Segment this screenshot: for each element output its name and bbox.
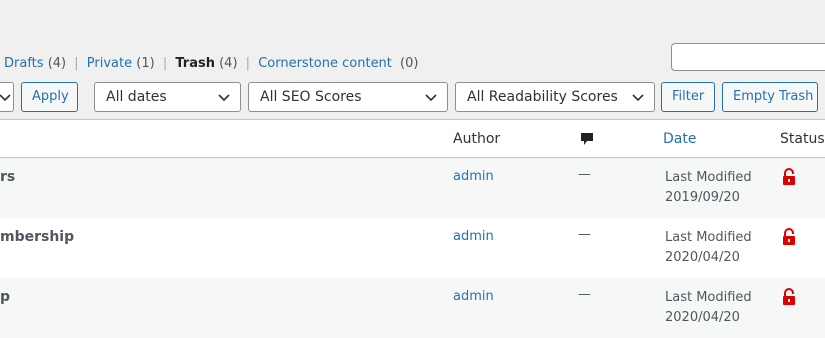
comment-bubble-icon[interactable] [580, 132, 594, 146]
table-header: Author Date Status [0, 120, 825, 158]
post-title-link[interactable]: rs [0, 169, 15, 185]
comments-count: — [578, 287, 591, 302]
separator: | [74, 56, 79, 71]
posts-table: Author Date Status rs admin — Last Modif… [0, 119, 825, 338]
bulk-actions-select[interactable] [0, 82, 14, 112]
author-link[interactable]: admin [453, 229, 494, 244]
seo-scores-value: All SEO Scores [260, 89, 362, 105]
filter-button[interactable]: Filter [661, 82, 715, 112]
private-count: (1) [136, 56, 155, 71]
column-date-sort[interactable]: Date [663, 131, 696, 147]
chevron-down-icon [218, 94, 230, 102]
dates-filter-value: All dates [106, 89, 167, 105]
cornerstone-count: (0) [400, 56, 419, 71]
column-author: Author [453, 131, 501, 147]
author-link[interactable]: admin [453, 289, 494, 304]
date-cell: Last Modified 2020/04/20 [665, 288, 752, 328]
date-value: 2019/09/20 [665, 190, 740, 205]
drafts-count: (4) [47, 56, 67, 71]
dates-filter-select[interactable]: All dates [94, 82, 241, 112]
seo-scores-select[interactable]: All SEO Scores [248, 82, 448, 112]
comments-count: — [578, 167, 591, 182]
date-cell: Last Modified 2020/04/20 [665, 228, 752, 268]
table-row: rs admin — Last Modified 2019/09/20 [0, 158, 825, 218]
table-row: p admin — Last Modified 2020/04/20 [0, 278, 825, 338]
filter-cornerstone-link[interactable]: Cornerstone content [258, 56, 392, 71]
readability-scores-select[interactable]: All Readability Scores [455, 82, 655, 112]
filter-drafts-link[interactable]: Drafts [4, 56, 44, 71]
unlocked-padlock-icon [783, 288, 795, 305]
apply-button[interactable]: Apply [21, 82, 78, 112]
filter-trash-current[interactable]: Trash [175, 56, 215, 71]
post-title-link[interactable]: mbership [0, 229, 74, 245]
chevron-down-icon [425, 94, 437, 102]
readability-scores-value: All Readability Scores [467, 89, 618, 105]
search-input[interactable] [671, 43, 825, 71]
date-cell: Last Modified 2019/09/20 [665, 168, 752, 208]
chevron-down-icon [632, 94, 644, 102]
status-filter-links: Drafts (4) | Private (1) | Trash (4) | C… [0, 56, 418, 72]
separator: | [162, 56, 168, 71]
date-label: Last Modified [665, 230, 752, 245]
column-status: Status [780, 131, 825, 147]
date-label: Last Modified [665, 170, 752, 185]
post-title-link[interactable]: p [0, 289, 10, 305]
date-value: 2020/04/20 [665, 310, 740, 325]
comments-count: — [578, 227, 591, 242]
separator: | [245, 56, 251, 71]
chevron-down-icon [0, 94, 11, 102]
author-link[interactable]: admin [453, 169, 494, 184]
unlocked-padlock-icon [783, 228, 795, 245]
date-label: Last Modified [665, 290, 752, 305]
date-value: 2020/04/20 [665, 250, 740, 265]
unlocked-padlock-icon [783, 168, 795, 185]
filter-private-link[interactable]: Private [87, 56, 132, 71]
table-row: mbership admin — Last Modified 2020/04/2… [0, 218, 825, 278]
empty-trash-button[interactable]: Empty Trash [722, 82, 818, 112]
trash-count: (4) [219, 56, 238, 71]
